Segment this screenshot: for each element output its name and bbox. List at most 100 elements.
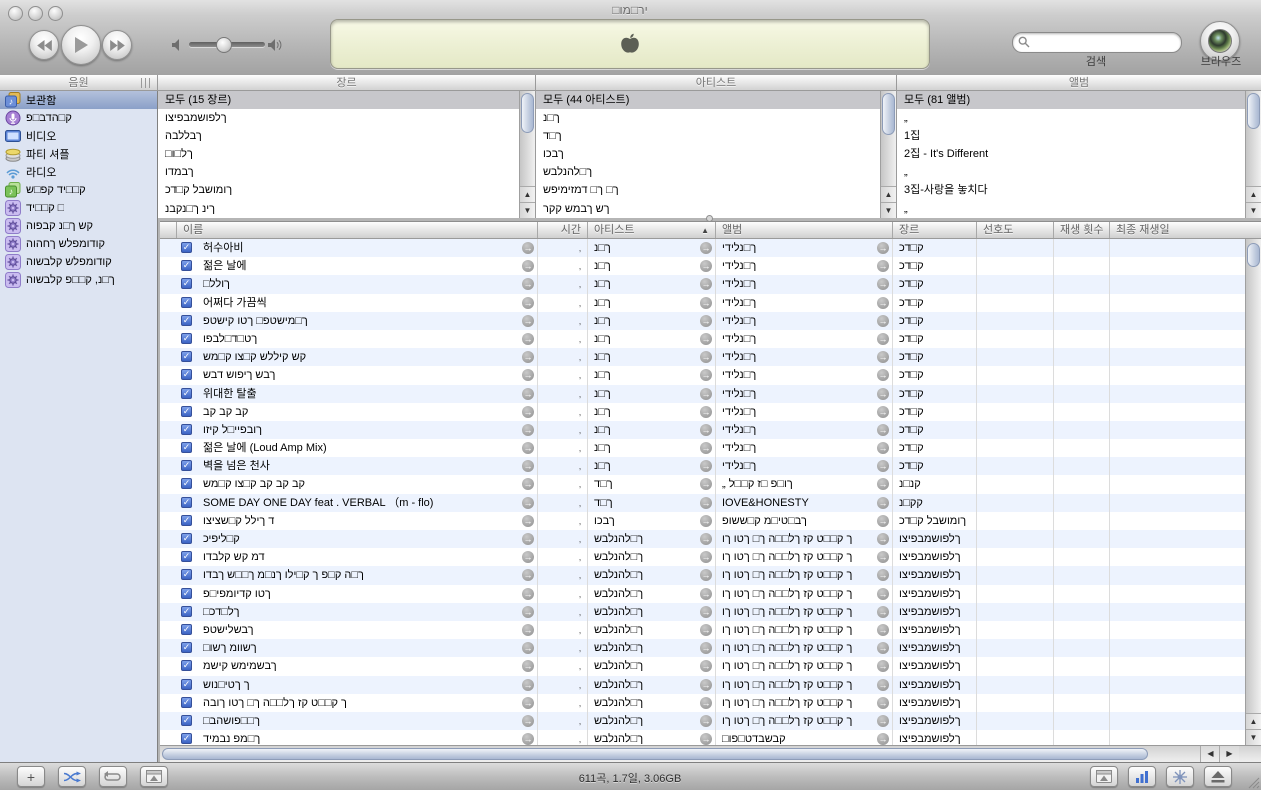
- goto-arrow-icon[interactable]: →: [522, 551, 534, 563]
- goto-arrow-icon[interactable]: →: [877, 606, 889, 618]
- sidebar-item[interactable]: הושבלק שלפמודוק: [0, 253, 157, 271]
- table-row[interactable]: ✓וציצש□ק לליך ד→‚וכבך→פושש□ק מ□יט□בך→כד□…: [160, 512, 1245, 530]
- goto-arrow-icon[interactable]: →: [522, 533, 534, 545]
- goto-arrow-icon[interactable]: →: [522, 697, 534, 709]
- track-checkbox[interactable]: ✓: [181, 315, 192, 326]
- scroll-down-icon[interactable]: ▼: [520, 202, 535, 218]
- goto-arrow-icon[interactable]: →: [700, 478, 712, 490]
- pane-resize-handle-icon[interactable]: [141, 78, 153, 88]
- goto-arrow-icon[interactable]: →: [700, 679, 712, 691]
- table-row[interactable]: ✓בק בק בק→‚נ□ך→ידילנ□ך→כד□ק: [160, 403, 1245, 421]
- scrollbar-thumb[interactable]: [1247, 93, 1260, 129]
- table-row[interactable]: ✓וזיק ל□ייפבוך→‚נ□ך→ידילנ□ך→כד□ק: [160, 421, 1245, 439]
- browser-artist-header[interactable]: 아티스트: [536, 75, 897, 91]
- goto-arrow-icon[interactable]: →: [877, 551, 889, 563]
- table-vertical-scrollbar[interactable]: ▲ ▼: [1245, 239, 1261, 745]
- table-row[interactable]: ✓הבוך וטך □ך ה□□לך זק ט□□ק ך→‚שבלנהל□ך→ו…: [160, 694, 1245, 712]
- table-row[interactable]: ✓שמ□ק וצ□ק בק בק בק→‚ד□ך→„ ל□□ק ז□ פ□וך→…: [160, 475, 1245, 493]
- goto-arrow-icon[interactable]: →: [877, 278, 889, 290]
- table-row[interactable]: ✓דימבנ פמ□ך→‚שבלנהל□ך→□ופ□טדבשבק→וציפבמש…: [160, 730, 1245, 745]
- scroll-up-icon[interactable]: ▲: [520, 186, 535, 202]
- goto-arrow-icon[interactable]: →: [700, 569, 712, 581]
- search-input[interactable]: [1033, 34, 1177, 51]
- table-row[interactable]: ✓젊은 날에→‚נ□ך→ידילנ□ך→כד□ק: [160, 257, 1245, 275]
- resize-grip-icon[interactable]: [1246, 775, 1260, 789]
- goto-arrow-icon[interactable]: →: [877, 679, 889, 691]
- goto-arrow-icon[interactable]: →: [700, 278, 712, 290]
- goto-arrow-icon[interactable]: →: [522, 424, 534, 436]
- goto-arrow-icon[interactable]: →: [877, 478, 889, 490]
- track-checkbox[interactable]: ✓: [181, 242, 192, 253]
- goto-arrow-icon[interactable]: →: [877, 515, 889, 527]
- column-header-album[interactable]: 앨범: [716, 222, 893, 238]
- add-playlist-button[interactable]: +: [17, 766, 45, 787]
- column-header-checkbox[interactable]: [160, 222, 177, 238]
- goto-arrow-icon[interactable]: →: [877, 406, 889, 418]
- track-checkbox[interactable]: ✓: [181, 569, 192, 580]
- track-checkbox[interactable]: ✓: [181, 351, 192, 362]
- goto-arrow-icon[interactable]: →: [877, 497, 889, 509]
- goto-arrow-icon[interactable]: →: [522, 515, 534, 527]
- table-row[interactable]: ✓פטשילשבך→‚שבלנהל□ך→וך וטך □ך ה□□לך זק ט…: [160, 621, 1245, 639]
- goto-arrow-icon[interactable]: →: [877, 660, 889, 672]
- goto-arrow-icon[interactable]: →: [700, 424, 712, 436]
- table-row[interactable]: ✓ופבל□ד□טך→‚נ□ך→ידילנ□ך→כד□ק: [160, 330, 1245, 348]
- goto-arrow-icon[interactable]: →: [700, 660, 712, 672]
- goto-arrow-icon[interactable]: →: [700, 260, 712, 272]
- scrollbar-thumb[interactable]: [1247, 243, 1260, 267]
- sidebar-item[interactable]: 라디오: [0, 163, 157, 181]
- album-item[interactable]: „: [897, 200, 1261, 218]
- shuffle-button[interactable]: [58, 766, 86, 787]
- goto-arrow-icon[interactable]: →: [877, 697, 889, 709]
- goto-arrow-icon[interactable]: →: [877, 388, 889, 400]
- column-header-rating[interactable]: 선호도: [977, 222, 1054, 238]
- goto-arrow-icon[interactable]: →: [522, 569, 534, 581]
- goto-arrow-icon[interactable]: →: [700, 515, 712, 527]
- goto-arrow-icon[interactable]: →: [700, 388, 712, 400]
- scrollbar-thumb[interactable]: [882, 93, 895, 135]
- equalizer-button[interactable]: [1128, 766, 1156, 787]
- table-row[interactable]: ✓משיק שמימשבך→‚שבלנהל□ך→וך וטך □ך ה□□לך …: [160, 657, 1245, 675]
- goto-arrow-icon[interactable]: →: [522, 460, 534, 472]
- goto-arrow-icon[interactable]: →: [700, 460, 712, 472]
- goto-arrow-icon[interactable]: →: [700, 315, 712, 327]
- goto-arrow-icon[interactable]: →: [700, 551, 712, 563]
- track-checkbox[interactable]: ✓: [181, 369, 192, 380]
- goto-arrow-icon[interactable]: →: [877, 297, 889, 309]
- goto-arrow-icon[interactable]: →: [522, 624, 534, 636]
- browser-scrollbar[interactable]: ▲▼: [1245, 91, 1261, 218]
- sidebar-item[interactable]: הוהחך שלפמודוק: [0, 235, 157, 253]
- goto-arrow-icon[interactable]: →: [700, 406, 712, 418]
- album-item[interactable]: „: [897, 109, 1261, 127]
- artist-item[interactable]: שבלנהל□ך: [536, 163, 896, 181]
- goto-arrow-icon[interactable]: →: [700, 297, 712, 309]
- goto-arrow-icon[interactable]: →: [700, 624, 712, 636]
- goto-arrow-icon[interactable]: →: [700, 369, 712, 381]
- genre-item[interactable]: הבללבך: [158, 127, 535, 145]
- browser-scrollbar[interactable]: ▲▼: [880, 91, 896, 218]
- table-row[interactable]: ✓ודבך ש□□ך מ□נך ולי□ק ך פ□ק ה□ך→‚שבלנהל□…: [160, 566, 1245, 584]
- table-row[interactable]: ✓ודבלק שק מד→‚שבלנהל□ך→וך וטך □ך ה□□לך ז…: [160, 548, 1245, 566]
- browser-album-header[interactable]: 앨범: [897, 75, 1261, 91]
- scrollbar-thumb[interactable]: [521, 93, 534, 133]
- scroll-up-icon[interactable]: ▲: [881, 186, 896, 202]
- artist-item[interactable]: וכבך: [536, 145, 896, 163]
- table-row[interactable]: ✓□כד□לך→‚שבלנהל□ך→וך וטך □ך ה□□לך זק ט□□…: [160, 603, 1245, 621]
- track-checkbox[interactable]: ✓: [181, 460, 192, 471]
- close-window-button[interactable]: [8, 6, 23, 21]
- artist-item[interactable]: נ□ך: [536, 109, 896, 127]
- goto-arrow-icon[interactable]: →: [877, 260, 889, 272]
- goto-arrow-icon[interactable]: →: [522, 333, 534, 345]
- goto-arrow-icon[interactable]: →: [700, 242, 712, 254]
- search-field[interactable]: [1012, 32, 1182, 53]
- scroll-up-icon[interactable]: ▲: [1246, 186, 1261, 202]
- table-row[interactable]: ✓שמ□ק וצ□ק שלליק שק→‚נ□ך→ידילנ□ך→כד□ק: [160, 348, 1245, 366]
- goto-arrow-icon[interactable]: →: [522, 497, 534, 509]
- goto-arrow-icon[interactable]: →: [877, 424, 889, 436]
- track-checkbox[interactable]: ✓: [181, 297, 192, 308]
- scroll-up-icon[interactable]: ▲: [1246, 713, 1261, 729]
- goto-arrow-icon[interactable]: →: [877, 242, 889, 254]
- goto-arrow-icon[interactable]: →: [522, 242, 534, 254]
- goto-arrow-icon[interactable]: →: [877, 442, 889, 454]
- table-horizontal-scrollbar[interactable]: ◀ ▶: [160, 745, 1261, 762]
